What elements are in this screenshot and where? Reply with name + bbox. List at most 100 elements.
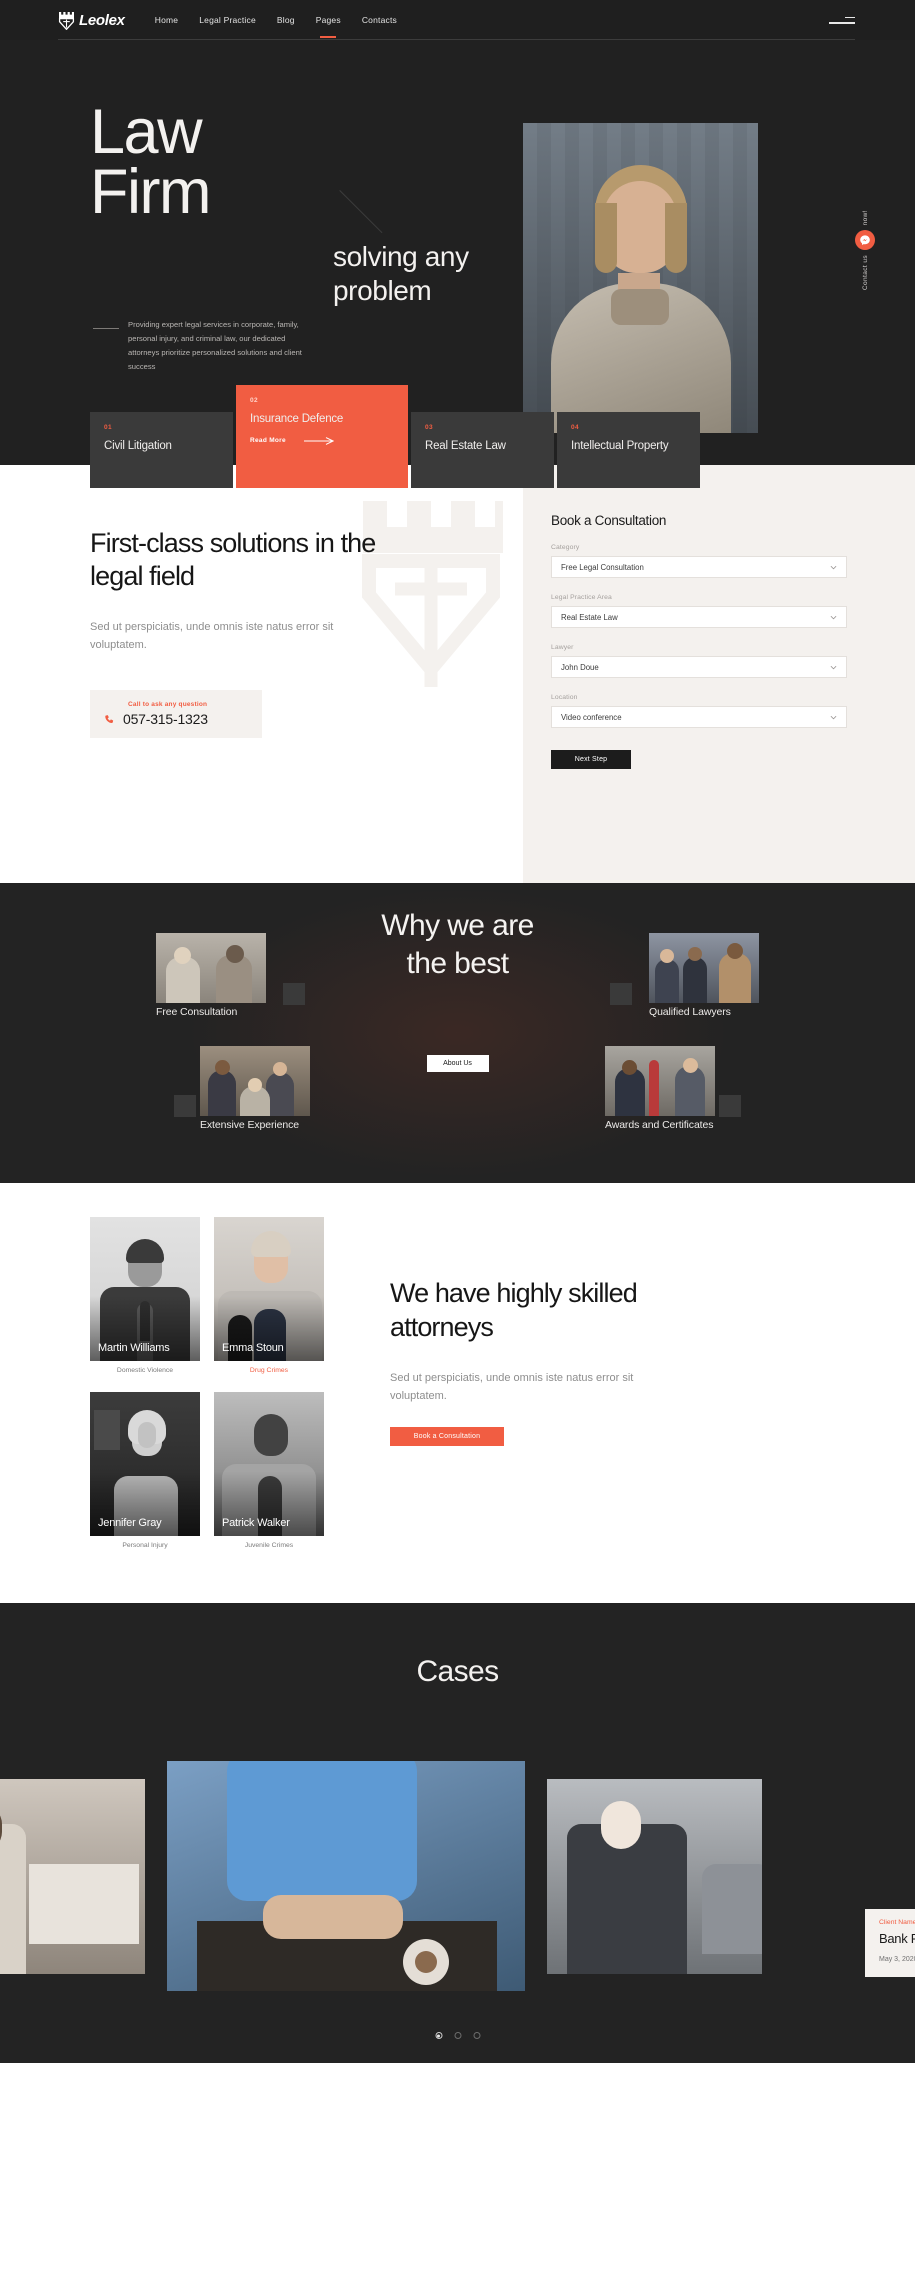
attorney-card-emma-stoun[interactable]: Emma Stoun Drug Crimes: [214, 1217, 324, 1386]
service-title: Intellectual Property: [571, 440, 669, 452]
decorative-square: [283, 983, 305, 1005]
attorney-card-jennifer-gray[interactable]: Jennifer Gray Personal Injury: [90, 1392, 200, 1561]
attorney-name: Emma Stoun: [222, 1342, 284, 1354]
chevron-down-icon: [830, 665, 837, 669]
feature-card-free-consultation[interactable]: Free Consultation: [156, 933, 266, 1020]
burger-line-bottom: [829, 22, 855, 24]
hero-photo-hair-right: [665, 203, 687, 273]
feature-label: Awards and Certificates: [605, 1119, 714, 1131]
attorney-role: Personal Injury: [122, 1542, 168, 1549]
hero-description-dash: [93, 328, 119, 329]
feature-label: Free Consultation: [156, 1006, 238, 1018]
hamburger-menu-icon[interactable]: [829, 16, 855, 24]
case-client-label: Client Name: [879, 1919, 915, 1926]
book-consultation-button[interactable]: Book a Consultation: [390, 1426, 504, 1446]
nav-item-home[interactable]: Home: [155, 12, 178, 28]
field-label: Category: [551, 544, 580, 551]
service-title: Real Estate Law: [425, 440, 506, 452]
form-field-category: Category Free Legal Consultation: [551, 544, 847, 578]
attorney-role: Drug Crimes: [249, 1367, 289, 1374]
why-best-section: Why we are the best About Us Free Consul…: [0, 883, 915, 1183]
cases-pagination: [435, 2032, 480, 2039]
category-select[interactable]: Free Legal Consultation: [551, 556, 847, 578]
decorative-square: [174, 1095, 196, 1117]
attorney-photo: Jennifer Gray: [90, 1392, 200, 1536]
brand-name: Leolex: [79, 11, 125, 29]
service-title: Civil Litigation: [104, 440, 172, 452]
practice-area-select[interactable]: Real Estate Law: [551, 606, 847, 628]
hero-service-cards: 01 Civil Litigation 02 Insurance Defence…: [90, 385, 700, 488]
form-field-location: Location Video conference: [551, 694, 847, 728]
service-title: Insurance Defence: [250, 413, 344, 425]
service-card-intellectual-property[interactable]: 04 Intellectual Property: [557, 412, 700, 488]
cases-title: Cases: [416, 1655, 499, 1688]
case-slide-center[interactable]: [167, 1761, 525, 1991]
attorney-photo: Patrick Walker: [214, 1392, 324, 1536]
service-number: 04: [571, 424, 580, 431]
header-divider: [58, 39, 855, 40]
service-read-more[interactable]: Read More: [250, 436, 394, 445]
location-select[interactable]: Video conference: [551, 706, 847, 728]
nav-item-contacts[interactable]: Contacts: [362, 12, 397, 28]
brand-logo[interactable]: Leolex: [58, 11, 125, 30]
first-class-title: First-class solutions in the legal field: [90, 528, 376, 592]
service-number: 01: [104, 424, 113, 431]
attorney-name: Martin Williams: [98, 1342, 170, 1354]
attorney-role: Juvenile Crimes: [244, 1542, 294, 1549]
case-date: May 3, 2020: [879, 1956, 915, 1963]
phone-number: 057-315-1323: [123, 711, 208, 728]
attorneys-title: We have highly skilled attorneys: [390, 1278, 638, 1342]
attorney-card-martin-williams[interactable]: Martin Williams Domestic Violence: [90, 1217, 200, 1386]
feature-card-awards-certificates[interactable]: Awards and Certificates: [605, 1046, 715, 1133]
pagination-dot-2[interactable]: [454, 2032, 461, 2039]
main-navigation: Home Legal Practice Blog Pages Contacts: [155, 12, 397, 28]
attorney-card-patrick-walker[interactable]: Patrick Walker Juvenile Crimes: [214, 1392, 324, 1561]
contact-us-rail[interactable]: now! Contact us: [845, 210, 885, 290]
nav-item-pages[interactable]: Pages: [316, 12, 341, 28]
attorneys-copy: We have highly skilled attorneys Sed ut …: [390, 1217, 680, 1561]
pagination-dot-1[interactable]: [435, 2032, 442, 2039]
call-to-ask-block[interactable]: Call to ask any question 057-315-1323: [90, 690, 262, 739]
service-card-real-estate-law[interactable]: 03 Real Estate Law: [411, 412, 554, 488]
case-name: Bank Protected: [879, 1931, 915, 1946]
field-value: Video conference: [561, 712, 622, 722]
service-read-more-label: Read More: [250, 437, 286, 445]
chevron-down-icon: [830, 565, 837, 569]
case-slide-right[interactable]: [547, 1778, 762, 1974]
contact-rail-bottom-label: Contact us: [861, 255, 869, 291]
feature-card-extensive-experience[interactable]: Extensive Experience: [200, 1046, 310, 1133]
nav-item-blog[interactable]: Blog: [277, 12, 295, 28]
service-card-insurance-defence[interactable]: 02 Insurance Defence Read More: [236, 385, 408, 488]
service-number: 03: [425, 424, 434, 431]
field-label: Legal Practice Area: [551, 594, 612, 601]
first-class-content: First-class solutions in the legal field…: [0, 465, 523, 883]
case-info-card[interactable]: Client Name Bank Protected May 3, 2020: [865, 1909, 915, 1977]
service-card-civil-litigation[interactable]: 01 Civil Litigation: [90, 412, 233, 488]
pagination-dot-3[interactable]: [473, 2032, 480, 2039]
hero-subtitle: solving any problem: [333, 241, 469, 307]
about-us-button[interactable]: About Us: [426, 1055, 489, 1072]
feature-image: [156, 933, 266, 1003]
next-step-button[interactable]: Next Step: [551, 750, 631, 769]
field-value: Free Legal Consultation: [561, 562, 644, 572]
feature-card-qualified-lawyers[interactable]: Qualified Lawyers: [649, 933, 759, 1020]
chevron-down-icon: [830, 615, 837, 619]
hero-photo-hair-left: [595, 203, 617, 273]
site-header: Leolex Home Legal Practice Blog Pages Co…: [0, 0, 915, 40]
lawyer-select[interactable]: John Doue: [551, 656, 847, 678]
crown-shield-watermark-icon: [362, 501, 503, 687]
crown-shield-icon: [58, 11, 75, 30]
messenger-glyph-icon: [860, 235, 870, 246]
attorney-photo: Emma Stoun: [214, 1217, 324, 1361]
chevron-down-icon: [830, 715, 837, 719]
attorney-role: Domestic Violence: [116, 1367, 174, 1374]
hero-photo: [523, 123, 758, 433]
messenger-bubble-icon[interactable]: [855, 230, 875, 251]
case-slide-left[interactable]: [0, 1778, 145, 1974]
why-best-title: Why we are the best: [381, 909, 534, 981]
call-prompt-label: Call to ask any question: [128, 701, 208, 709]
hero-title-line-2: Firm: [90, 157, 211, 228]
cases-carousel[interactable]: Client Name Bank Protected May 3, 2020: [0, 1761, 915, 1991]
attorneys-grid: Martin Williams Domestic Violence Emma S…: [90, 1217, 324, 1561]
nav-item-legal-practice[interactable]: Legal Practice: [199, 12, 256, 28]
